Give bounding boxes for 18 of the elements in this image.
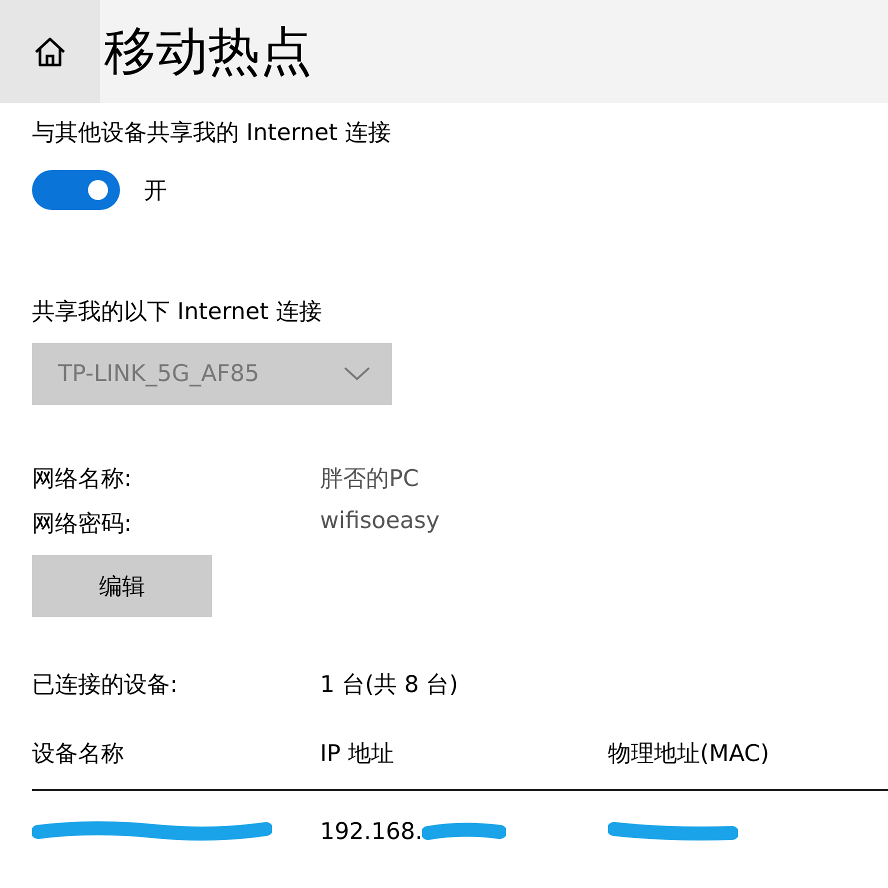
edit-button[interactable]: 编辑 [32,555,212,617]
source-label: 共享我的以下 Internet 连接 [32,298,323,327]
chevron-down-icon [344,367,370,381]
share-label: 与其他设备共享我的 Internet 连接 [32,119,391,148]
home-button[interactable] [0,0,100,103]
field-value: 胖否的PC [320,465,420,494]
connected-label: 已连接的设备: [32,671,179,700]
column-header: IP 地址 [320,740,395,769]
field-label: 网络名称: [32,465,133,494]
connected-count: 1 台(共 8 台) [320,671,460,700]
column-header: 设备名称 [32,740,125,769]
field-value: wifisoeasy [320,508,441,536]
toggle-switch[interactable] [32,170,120,210]
toggle-state: 开 [144,176,167,206]
page-title: 移动热点 [104,20,312,84]
column-header: 物理地址(MAC) [608,740,770,769]
field-label: 网络密码: [32,510,133,539]
table-cell: 192.168. [320,819,422,845]
